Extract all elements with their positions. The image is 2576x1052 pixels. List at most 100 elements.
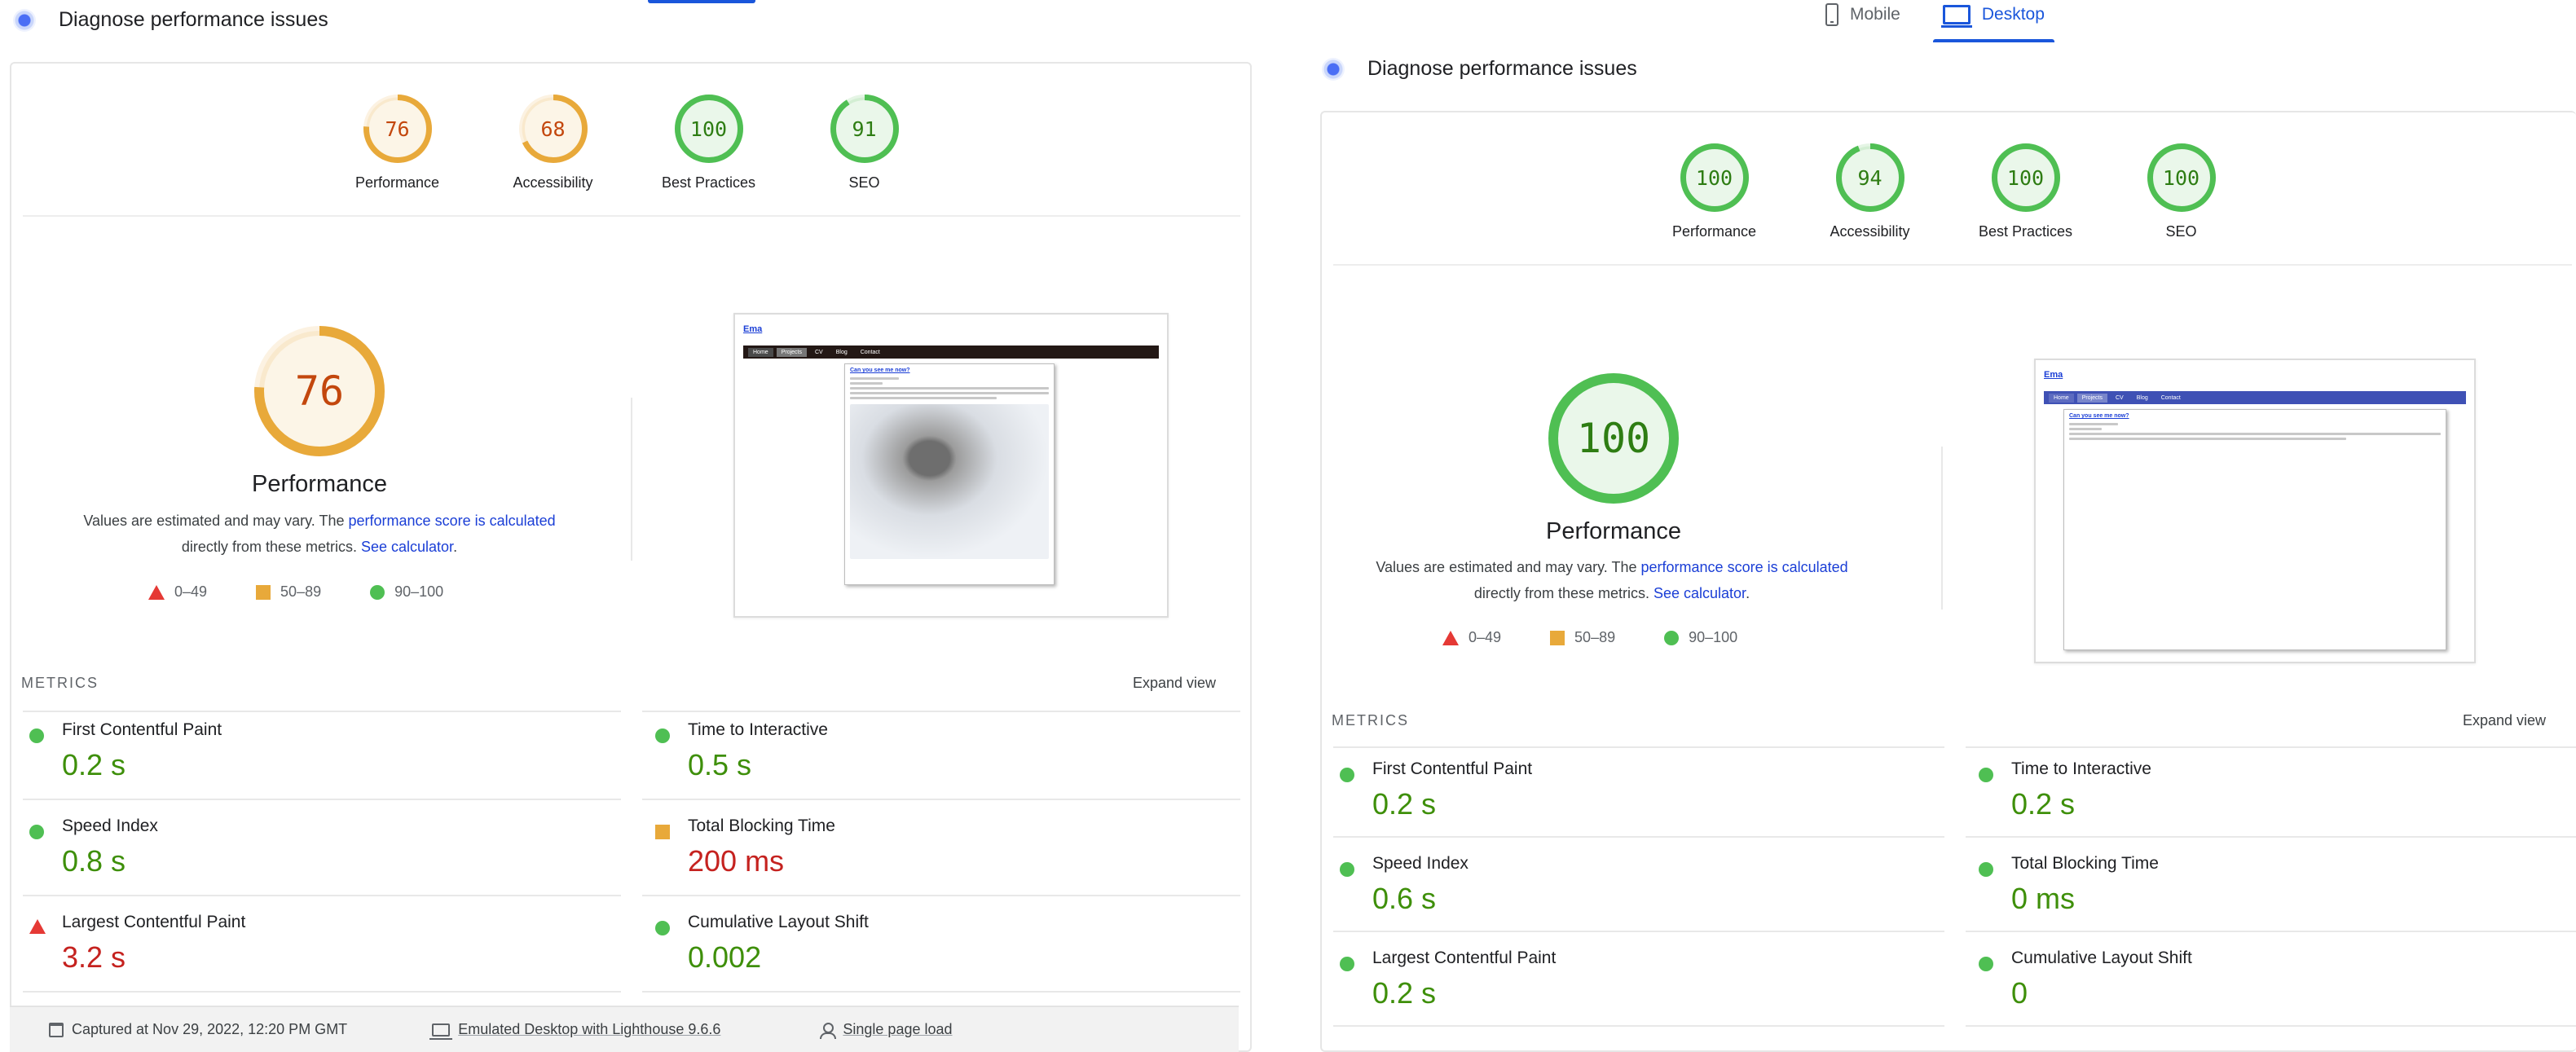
divider xyxy=(1966,746,2576,748)
gauge-score: 100 xyxy=(1576,415,1651,462)
tab-label: Mobile xyxy=(1850,5,1900,24)
site-title: Ema xyxy=(2044,370,2063,380)
legend-label: 50–89 xyxy=(280,583,322,600)
article-title: Can you see me now? xyxy=(850,368,910,373)
nav-item: Contact xyxy=(2160,394,2181,401)
desc-text: Values are estimated and may vary. The xyxy=(83,513,349,529)
nav-item: Blog xyxy=(835,349,848,355)
metric-value: 0 ms xyxy=(2011,882,2076,915)
metric-name: Total Blocking Time xyxy=(2011,854,2159,873)
emulated-device[interactable]: Emulated Desktop with Lighthouse 9.6.6 xyxy=(429,1021,720,1040)
gauge-score: 100 xyxy=(689,117,728,141)
performance-gauge-large: 76 Performance xyxy=(189,326,450,498)
circle-icon xyxy=(1664,630,1680,645)
legend-average: 50–89 xyxy=(1550,629,1615,646)
gauge-accessibility[interactable]: 68 Accessibility xyxy=(475,95,631,191)
gauge-ring: 100 xyxy=(1548,373,1679,504)
section-title-text: Diagnose performance issues xyxy=(59,8,328,31)
metric-name: Largest Contentful Paint xyxy=(62,913,246,931)
text-line xyxy=(2069,428,2102,430)
legend-label: 0–49 xyxy=(174,583,208,600)
see-calculator-link[interactable]: See calculator xyxy=(361,539,453,555)
page-load-type[interactable]: Single page load xyxy=(820,1021,953,1039)
square-icon xyxy=(256,584,271,600)
text-line xyxy=(850,382,883,385)
gauge-score: 91 xyxy=(852,117,877,141)
gauge-score: 76 xyxy=(385,117,410,141)
metric-name: Cumulative Layout Shift xyxy=(2011,949,2192,967)
tab-desktop[interactable]: Desktop xyxy=(1932,5,2054,42)
metric-value: 0.5 s xyxy=(688,748,752,781)
circle-icon xyxy=(1340,862,1354,877)
divider xyxy=(642,799,1240,800)
desc-text: . xyxy=(453,539,458,555)
text-line xyxy=(850,377,899,380)
metric-name: First Contentful Paint xyxy=(1372,759,1533,778)
text-line xyxy=(850,392,1049,394)
gauge-accessibility[interactable]: 94 Accessibility xyxy=(1792,143,1948,240)
site-article: Can you see me now? xyxy=(2063,409,2446,650)
score-calculated-link[interactable]: performance score is calculated xyxy=(349,513,556,529)
gauge-seo[interactable]: 100 SEO xyxy=(2103,143,2259,240)
gauge-ring: 76 xyxy=(363,95,432,163)
divider xyxy=(1966,836,2576,838)
gauge-label: Performance xyxy=(1671,223,1757,240)
user-icon xyxy=(820,1022,837,1039)
divider xyxy=(1333,836,1944,838)
legend-good: 90–100 xyxy=(1664,629,1737,646)
mobile-report-panel: Diagnose performance issues 76 Performan… xyxy=(0,0,1255,1052)
circle-icon xyxy=(1979,957,1993,971)
gauge-ring: 91 xyxy=(830,95,899,163)
divider xyxy=(1333,931,1944,932)
gauge-score: 100 xyxy=(2006,165,2045,190)
gauge-best-practices[interactable]: 100 Best Practices xyxy=(1948,143,2103,240)
gauge-label: Best Practices xyxy=(1978,223,2073,240)
phone-icon xyxy=(1825,3,1838,26)
section-title: Diagnose performance issues xyxy=(1322,57,1637,81)
legend-poor: 0–49 xyxy=(1442,629,1501,646)
circle-icon xyxy=(1979,768,1993,782)
gauge-score: 68 xyxy=(540,117,566,141)
metric-value: 0.2 s xyxy=(62,748,126,781)
lighthouse-icon xyxy=(1322,57,1345,81)
metric-value: 200 ms xyxy=(688,844,785,878)
desc-text: Values are estimated and may vary. The xyxy=(1376,559,1641,575)
gauge-performance[interactable]: 100 Performance xyxy=(1636,143,1792,240)
gauge-best-practices[interactable]: 100 Best Practices xyxy=(631,95,786,191)
score-calculated-link[interactable]: performance score is calculated xyxy=(1641,559,1848,575)
circle-icon xyxy=(1979,862,1993,877)
report-card: 76 Performance 68 Accessibility 100 Best… xyxy=(10,62,1252,1052)
divider xyxy=(642,711,1240,712)
gauge-performance[interactable]: 76 Performance xyxy=(319,95,475,191)
gauge-score: 100 xyxy=(2162,165,2200,190)
final-screenshot[interactable]: Ema Home Projects CV Blog Contact Can yo… xyxy=(733,313,1169,618)
performance-gauge-large: 100 Performance xyxy=(1483,373,1744,545)
calendar-icon xyxy=(49,1022,64,1037)
section-title-text: Diagnose performance issues xyxy=(1367,57,1637,80)
final-screenshot[interactable]: Ema Home Projects CV Blog Contact Can yo… xyxy=(2034,359,2476,663)
gauge-label: Performance xyxy=(251,471,387,497)
circle-icon xyxy=(655,921,670,935)
text-line xyxy=(850,397,997,399)
laptop-icon xyxy=(429,1023,453,1040)
square-icon xyxy=(655,825,670,839)
metric-name: Largest Contentful Paint xyxy=(1372,949,1557,967)
expand-view-toggle[interactable]: Expand view xyxy=(1133,675,1216,692)
metric-name: First Contentful Paint xyxy=(62,720,222,739)
metric-name: Time to Interactive xyxy=(688,720,828,739)
metric-value: 0.6 s xyxy=(1372,882,1437,915)
see-calculator-link[interactable]: See calculator xyxy=(1653,585,1746,601)
device-tabs: Mobile Desktop xyxy=(1825,3,2087,42)
desc-text: directly from these metrics. xyxy=(181,539,361,555)
circle-icon xyxy=(370,584,385,600)
gauge-score: 76 xyxy=(294,368,345,415)
gauge-seo[interactable]: 91 SEO xyxy=(786,95,942,191)
nav-item: Projects xyxy=(776,347,807,357)
expand-view-toggle[interactable]: Expand view xyxy=(2463,712,2546,729)
tab-mobile[interactable]: Mobile xyxy=(1825,3,1900,31)
site-title: Ema xyxy=(743,324,763,334)
divider xyxy=(23,215,1240,217)
metric-value: 0.2 s xyxy=(2011,787,2076,821)
score-legend: 0–49 50–89 90–100 xyxy=(148,583,492,601)
score-description: Values are estimated and may vary. The p… xyxy=(51,508,588,560)
